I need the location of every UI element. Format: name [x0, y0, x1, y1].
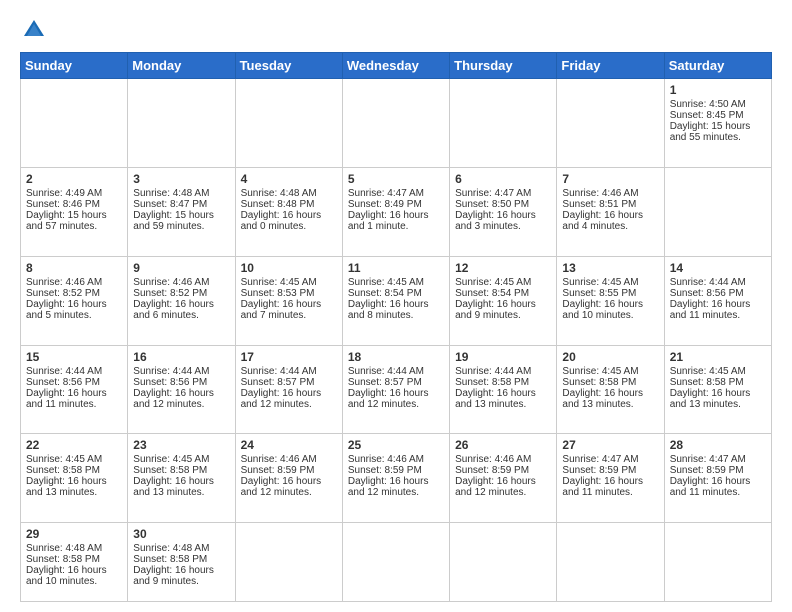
calendar-header-row: SundayMondayTuesdayWednesdayThursdayFrid…: [21, 53, 772, 79]
calendar-cell-17: 17Sunrise: 4:44 AMSunset: 8:57 PMDayligh…: [235, 345, 342, 434]
calendar-cell-2: 2Sunrise: 4:49 AMSunset: 8:46 PMDaylight…: [21, 167, 128, 256]
calendar-cell-empty: [342, 523, 449, 602]
calendar-cell-empty: [557, 523, 664, 602]
calendar-cell-12: 12Sunrise: 4:45 AMSunset: 8:54 PMDayligh…: [450, 256, 557, 345]
page: SundayMondayTuesdayWednesdayThursdayFrid…: [0, 0, 792, 612]
calendar-cell-10: 10Sunrise: 4:45 AMSunset: 8:53 PMDayligh…: [235, 256, 342, 345]
calendar-cell-18: 18Sunrise: 4:44 AMSunset: 8:57 PMDayligh…: [342, 345, 449, 434]
calendar-cell-empty: [450, 79, 557, 168]
calendar-cell-6: 6Sunrise: 4:47 AMSunset: 8:50 PMDaylight…: [450, 167, 557, 256]
day-number: 10: [241, 261, 337, 275]
day-number: 29: [26, 527, 122, 541]
day-of-week-saturday: Saturday: [664, 53, 771, 79]
calendar-cell-9: 9Sunrise: 4:46 AMSunset: 8:52 PMDaylight…: [128, 256, 235, 345]
day-number: 8: [26, 261, 122, 275]
calendar-week-1: 2Sunrise: 4:49 AMSunset: 8:46 PMDaylight…: [21, 167, 772, 256]
calendar-cell-1: 1Sunrise: 4:50 AMSunset: 8:45 PMDaylight…: [664, 79, 771, 168]
calendar-cell-28: 28Sunrise: 4:47 AMSunset: 8:59 PMDayligh…: [664, 434, 771, 523]
calendar-cell-29: 29Sunrise: 4:48 AMSunset: 8:58 PMDayligh…: [21, 523, 128, 602]
calendar-cell-empty: [235, 79, 342, 168]
calendar-week-0: 1Sunrise: 4:50 AMSunset: 8:45 PMDaylight…: [21, 79, 772, 168]
calendar-week-5: 29Sunrise: 4:48 AMSunset: 8:58 PMDayligh…: [21, 523, 772, 602]
day-number: 12: [455, 261, 551, 275]
calendar-cell-19: 19Sunrise: 4:44 AMSunset: 8:58 PMDayligh…: [450, 345, 557, 434]
logo-icon: [20, 16, 48, 44]
calendar-cell-8: 8Sunrise: 4:46 AMSunset: 8:52 PMDaylight…: [21, 256, 128, 345]
calendar-cell-empty: [664, 523, 771, 602]
calendar-cell-20: 20Sunrise: 4:45 AMSunset: 8:58 PMDayligh…: [557, 345, 664, 434]
calendar-cell-22: 22Sunrise: 4:45 AMSunset: 8:58 PMDayligh…: [21, 434, 128, 523]
day-number: 1: [670, 83, 766, 97]
day-number: 28: [670, 438, 766, 452]
day-number: 9: [133, 261, 229, 275]
calendar-cell-21: 21Sunrise: 4:45 AMSunset: 8:58 PMDayligh…: [664, 345, 771, 434]
day-number: 5: [348, 172, 444, 186]
day-of-week-monday: Monday: [128, 53, 235, 79]
calendar-week-3: 15Sunrise: 4:44 AMSunset: 8:56 PMDayligh…: [21, 345, 772, 434]
logo: [20, 16, 52, 44]
day-number: 21: [670, 350, 766, 364]
calendar-cell-15: 15Sunrise: 4:44 AMSunset: 8:56 PMDayligh…: [21, 345, 128, 434]
day-number: 18: [348, 350, 444, 364]
calendar-cell-empty: [21, 79, 128, 168]
calendar-table: SundayMondayTuesdayWednesdayThursdayFrid…: [20, 52, 772, 602]
calendar-week-4: 22Sunrise: 4:45 AMSunset: 8:58 PMDayligh…: [21, 434, 772, 523]
day-number: 14: [670, 261, 766, 275]
day-of-week-thursday: Thursday: [450, 53, 557, 79]
calendar-cell-13: 13Sunrise: 4:45 AMSunset: 8:55 PMDayligh…: [557, 256, 664, 345]
day-number: 7: [562, 172, 658, 186]
calendar-cell-30: 30Sunrise: 4:48 AMSunset: 8:58 PMDayligh…: [128, 523, 235, 602]
calendar-cell-3: 3Sunrise: 4:48 AMSunset: 8:47 PMDaylight…: [128, 167, 235, 256]
day-number: 13: [562, 261, 658, 275]
calendar-cell-4: 4Sunrise: 4:48 AMSunset: 8:48 PMDaylight…: [235, 167, 342, 256]
day-number: 6: [455, 172, 551, 186]
day-number: 19: [455, 350, 551, 364]
calendar-cell-empty: [342, 79, 449, 168]
day-number: 4: [241, 172, 337, 186]
calendar-cell-7: 7Sunrise: 4:46 AMSunset: 8:51 PMDaylight…: [557, 167, 664, 256]
calendar-cell-11: 11Sunrise: 4:45 AMSunset: 8:54 PMDayligh…: [342, 256, 449, 345]
day-number: 25: [348, 438, 444, 452]
day-number: 2: [26, 172, 122, 186]
day-of-week-sunday: Sunday: [21, 53, 128, 79]
calendar-cell-24: 24Sunrise: 4:46 AMSunset: 8:59 PMDayligh…: [235, 434, 342, 523]
calendar-cell-27: 27Sunrise: 4:47 AMSunset: 8:59 PMDayligh…: [557, 434, 664, 523]
header: [20, 16, 772, 44]
day-number: 24: [241, 438, 337, 452]
day-of-week-tuesday: Tuesday: [235, 53, 342, 79]
calendar-cell-23: 23Sunrise: 4:45 AMSunset: 8:58 PMDayligh…: [128, 434, 235, 523]
calendar-cell-26: 26Sunrise: 4:46 AMSunset: 8:59 PMDayligh…: [450, 434, 557, 523]
day-number: 22: [26, 438, 122, 452]
calendar-cell-14: 14Sunrise: 4:44 AMSunset: 8:56 PMDayligh…: [664, 256, 771, 345]
day-number: 15: [26, 350, 122, 364]
calendar-cell-25: 25Sunrise: 4:46 AMSunset: 8:59 PMDayligh…: [342, 434, 449, 523]
calendar-cell-empty: [235, 523, 342, 602]
day-number: 16: [133, 350, 229, 364]
calendar-cell-empty: [450, 523, 557, 602]
day-number: 17: [241, 350, 337, 364]
calendar-cell-5: 5Sunrise: 4:47 AMSunset: 8:49 PMDaylight…: [342, 167, 449, 256]
day-number: 23: [133, 438, 229, 452]
day-of-week-wednesday: Wednesday: [342, 53, 449, 79]
calendar-week-2: 8Sunrise: 4:46 AMSunset: 8:52 PMDaylight…: [21, 256, 772, 345]
day-number: 26: [455, 438, 551, 452]
day-number: 20: [562, 350, 658, 364]
day-number: 27: [562, 438, 658, 452]
calendar-cell-16: 16Sunrise: 4:44 AMSunset: 8:56 PMDayligh…: [128, 345, 235, 434]
calendar-cell-empty: [557, 79, 664, 168]
day-number: 11: [348, 261, 444, 275]
day-number: 30: [133, 527, 229, 541]
calendar-cell-empty: [128, 79, 235, 168]
day-of-week-friday: Friday: [557, 53, 664, 79]
day-number: 3: [133, 172, 229, 186]
